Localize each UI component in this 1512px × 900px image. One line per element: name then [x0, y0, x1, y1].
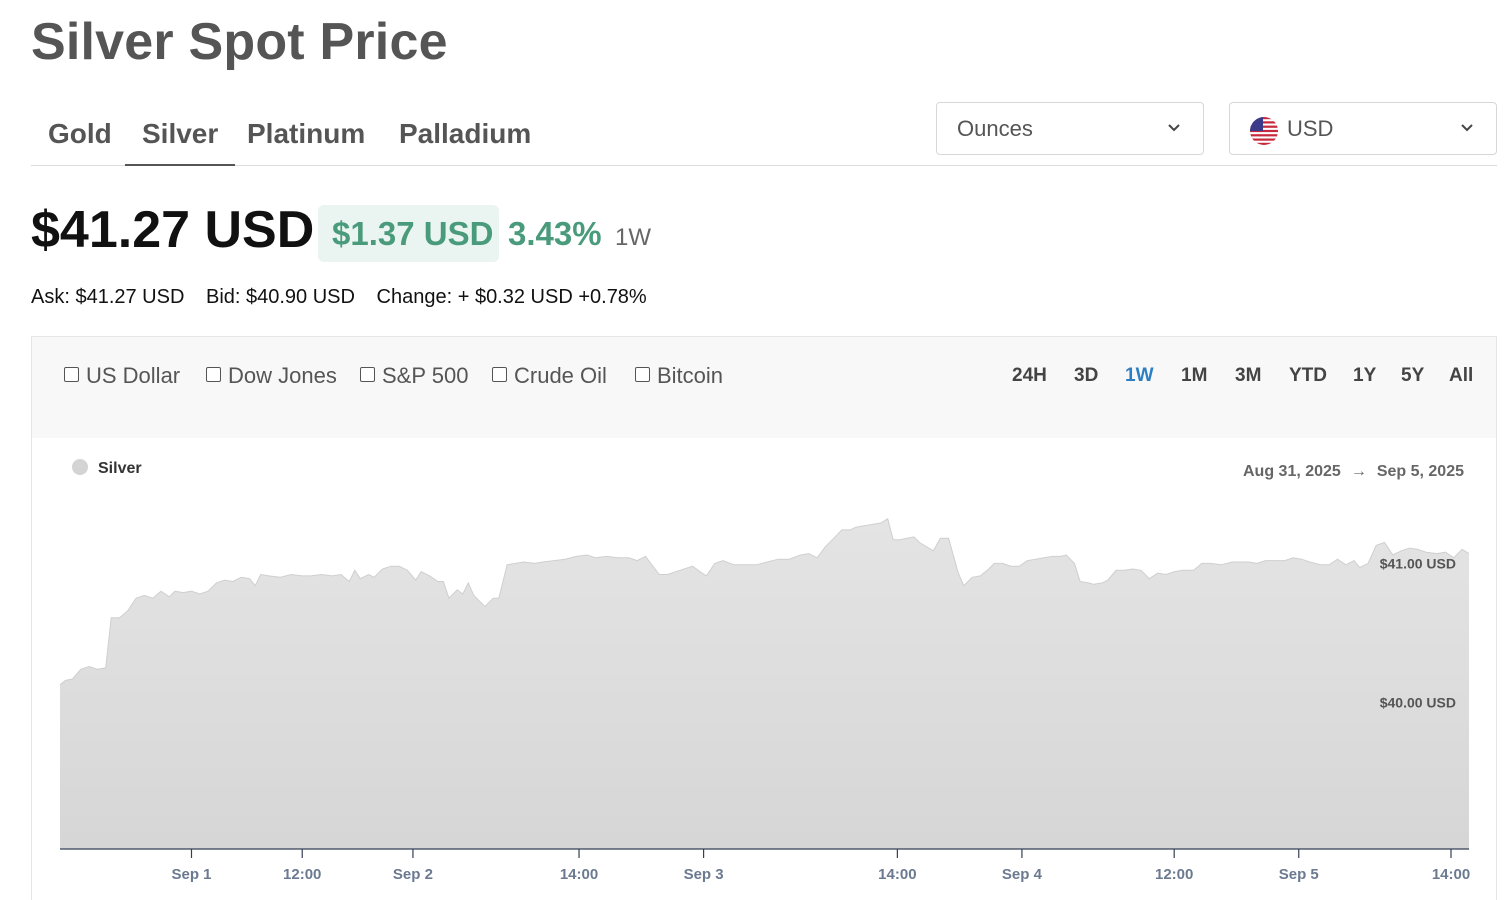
x-tick-label: Sep 2 [393, 866, 433, 883]
chevron-down-icon [1168, 124, 1180, 132]
unit-select-value: Ounces [957, 116, 1033, 141]
price-period: 1W [615, 224, 651, 251]
page-title: Silver Spot Price [31, 13, 448, 71]
x-tick-label: 12:00 [283, 866, 321, 883]
y-tick-label: $41.00 USD [1380, 555, 1456, 571]
x-tick-label: 14:00 [1432, 866, 1470, 883]
x-tick-label: Sep 4 [1002, 866, 1043, 883]
x-tick-label: Sep 5 [1279, 866, 1319, 883]
x-tick-label: 12:00 [1155, 866, 1193, 883]
x-tick-label: 14:00 [878, 866, 916, 883]
daily-change: Change: + $0.32 USD +0.78% [376, 286, 647, 308]
price-change-badge: $1.37 USD [318, 205, 499, 262]
price-chart[interactable]: Sep 1 12:00 Sep 2 14:00 Sep 3 14:00 Sep 4 12:00… [32, 337, 1496, 900]
chevron-down-icon [1461, 124, 1473, 132]
price-change-amount: $1.37 USD [332, 215, 494, 252]
ask-price: Ask: $41.27 USD [31, 286, 185, 308]
current-price: $41.27 USD [31, 201, 315, 259]
y-tick-label: $40.00 USD [1380, 695, 1456, 711]
x-tick-label: 14:00 [560, 866, 598, 883]
us-flag-icon [1250, 117, 1278, 145]
tab-gold[interactable]: Gold [31, 116, 129, 166]
silver-price-area [60, 518, 1469, 849]
tab-palladium[interactable]: Palladium [382, 116, 548, 166]
tab-platinum[interactable]: Platinum [230, 116, 382, 166]
quote-details: Ask: $41.27 USD Bid: $40.90 USD Change: … [31, 286, 663, 309]
currency-select-value: USD [1287, 116, 1334, 141]
tab-silver[interactable]: Silver [125, 116, 236, 166]
x-tick-label: Sep 3 [684, 866, 724, 883]
price-chart-panel: US Dollar Dow Jones S&P 500 Crude Oil Bi… [31, 336, 1497, 900]
bid-price: Bid: $40.90 USD [205, 286, 355, 308]
currency-select[interactable]: USD [1229, 102, 1497, 155]
price-change-percent: 3.43% [508, 215, 602, 252]
unit-select[interactable]: Ounces [936, 102, 1204, 155]
x-tick-label: Sep 1 [171, 866, 211, 883]
